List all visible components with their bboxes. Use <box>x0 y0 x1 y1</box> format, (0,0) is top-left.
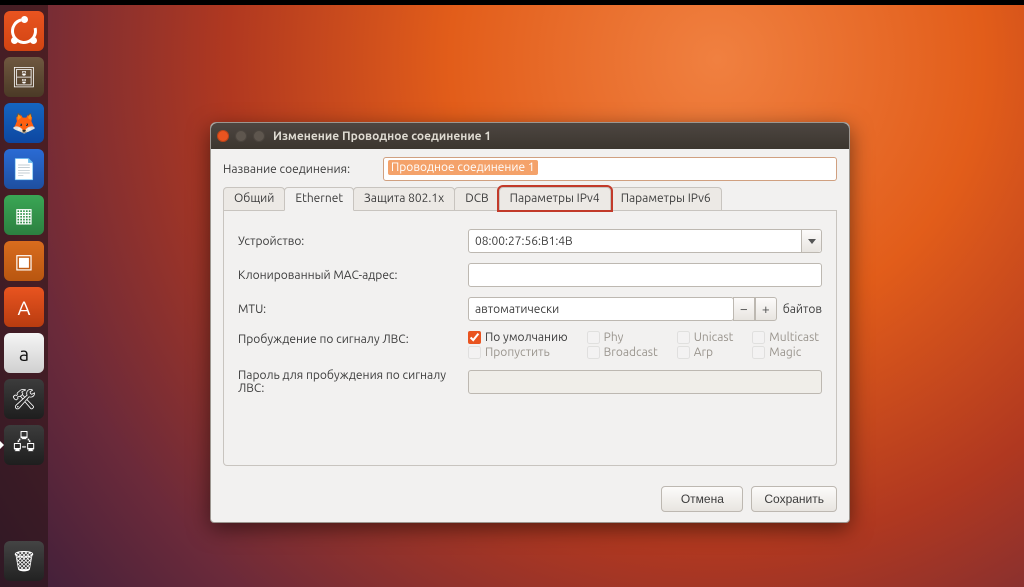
device-value: 08:00:27:56:B1:4B <box>475 235 573 248</box>
cloned-mac-label: Клонированный MAC-адрес: <box>238 269 468 282</box>
connection-name-input[interactable]: Проводное соединение 1 <box>383 157 837 181</box>
wol-broadcast-checkbox[interactable]: Broadcast <box>587 346 661 359</box>
mtu-value: автоматически <box>475 303 559 316</box>
wol-unicast-checkbox[interactable]: Unicast <box>677 331 737 344</box>
mtu-stepper: − + <box>733 297 777 321</box>
wol-magic-checkbox[interactable]: Magic <box>752 346 822 359</box>
wol-skip-checkbox[interactable]: Пропустить <box>468 346 571 359</box>
launcher-dash-icon[interactable] <box>4 11 44 51</box>
wol-arp-checkbox[interactable]: Arp <box>677 346 737 359</box>
tab-dcb[interactable]: DCB <box>454 187 499 210</box>
cancel-button[interactable]: Отмена <box>661 486 743 512</box>
cloned-mac-input[interactable] <box>468 263 822 287</box>
launcher-settings-icon[interactable]: 🛠 <box>4 379 44 419</box>
titlebar[interactable]: Изменение Проводное соединение 1 <box>211 123 849 149</box>
wol-label: Пробуждение по сигналу ЛВС: <box>238 331 468 346</box>
tab-ipv4[interactable]: Параметры IPv4 <box>499 187 611 210</box>
launcher-trash-icon[interactable]: 🗑 <box>4 541 44 581</box>
connection-name-value: Проводное соединение 1 <box>388 160 538 175</box>
mtu-label: MTU: <box>238 303 468 316</box>
launcher-calc-icon[interactable]: ▦ <box>4 195 44 235</box>
wol-phy-checkbox[interactable]: Phy <box>587 331 661 344</box>
mtu-input[interactable]: автоматически <box>468 297 734 321</box>
wol-multicast-checkbox[interactable]: Multicast <box>752 331 822 344</box>
wol-password-label: Пароль для пробуждения по сигналу ЛВС: <box>238 369 468 395</box>
launcher-software-icon[interactable]: A <box>4 287 44 327</box>
mtu-decrement-button[interactable]: − <box>733 297 755 321</box>
launcher-firefox-icon[interactable]: 🦊 <box>4 103 44 143</box>
ethernet-panel: Устройство: 08:00:27:56:B1:4B Клонирован… <box>223 211 837 466</box>
tab-security[interactable]: Защита 802.1x <box>353 187 455 210</box>
wol-default-checkbox[interactable]: По умолчанию <box>468 331 571 344</box>
launcher-amazon-icon[interactable]: a <box>4 333 44 373</box>
launcher-impress-icon[interactable]: ▣ <box>4 241 44 281</box>
chevron-down-icon[interactable] <box>801 230 821 252</box>
top-menubar <box>0 1 1024 5</box>
tab-general[interactable]: Общий <box>223 187 285 210</box>
window-maximize-icon[interactable] <box>253 130 265 142</box>
device-label: Устройство: <box>238 235 468 248</box>
launcher-network-icon[interactable]: 🖧 <box>4 425 44 465</box>
wol-password-input[interactable] <box>468 370 822 394</box>
tab-ipv6[interactable]: Параметры IPv6 <box>610 187 722 210</box>
window-title: Изменение Проводное соединение 1 <box>273 130 491 143</box>
nm-connection-editor-dialog: Изменение Проводное соединение 1 Названи… <box>210 122 850 523</box>
mtu-increment-button[interactable]: + <box>755 297 777 321</box>
save-button[interactable]: Сохранить <box>751 486 837 512</box>
launcher-files-icon[interactable]: 🗄 <box>4 57 44 97</box>
desktop: 🗄 🦊 📄 ▦ ▣ A a 🛠 🖧 🗑 Изменение Проводное … <box>0 0 1024 587</box>
wol-options: По умолчанию Phy Unicast Multicast Пропу… <box>468 331 822 359</box>
window-close-icon[interactable] <box>217 130 229 142</box>
tab-ethernet[interactable]: Ethernet <box>284 187 354 211</box>
device-combo[interactable]: 08:00:27:56:B1:4B <box>468 229 822 253</box>
dialog-footer: Отмена Сохранить <box>211 476 849 522</box>
mtu-unit: байтов <box>783 303 822 316</box>
launcher-writer-icon[interactable]: 📄 <box>4 149 44 189</box>
launcher: 🗄 🦊 📄 ▦ ▣ A a 🛠 🖧 🗑 <box>0 5 48 587</box>
tabs: Общий Ethernet Защита 802.1x DCB Парамет… <box>223 187 837 211</box>
connection-name-label: Название соединения: <box>223 163 373 176</box>
window-minimize-icon[interactable] <box>235 130 247 142</box>
